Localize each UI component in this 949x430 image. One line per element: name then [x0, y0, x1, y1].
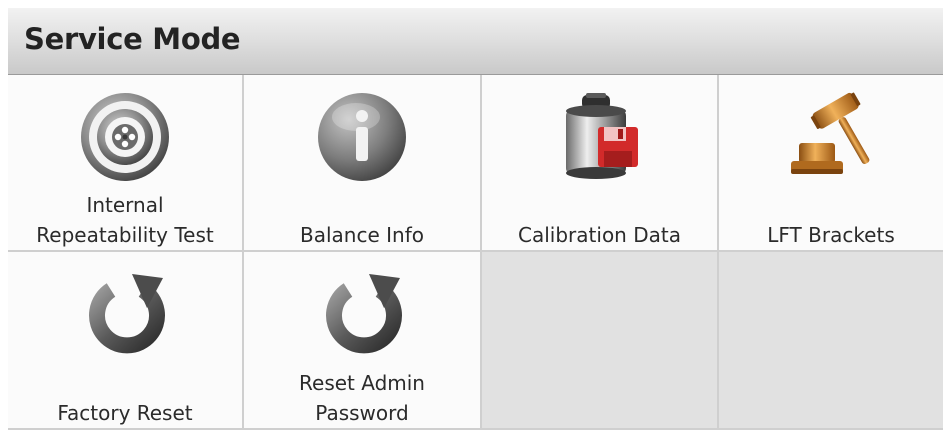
lft-brackets-button[interactable]: LFT Brackets — [719, 75, 943, 252]
weight-save-icon — [565, 93, 638, 179]
reset-admin-password-button[interactable]: Reset Admin Password — [244, 252, 482, 430]
empty-tile — [482, 252, 719, 430]
target-icon — [81, 93, 169, 181]
balance-info-button[interactable]: Balance Info — [244, 75, 482, 252]
service-menu-grid: Internal Repeatability Test Balance Info — [8, 75, 943, 430]
factory-reset-button[interactable]: Factory Reset — [8, 252, 244, 430]
tile-label: Reset Admin Password — [299, 371, 425, 425]
page-title: Service Mode — [24, 22, 241, 56]
gavel-icon — [791, 92, 870, 174]
reset-icon — [326, 274, 402, 354]
tile-label: Balance Info — [300, 223, 424, 247]
tile-label: Calibration Data — [518, 223, 681, 247]
empty-tile — [719, 252, 943, 430]
tile-label: LFT Brackets — [767, 223, 895, 247]
internal-repeatability-test-button[interactable]: Internal Repeatability Test — [8, 75, 244, 252]
info-icon — [318, 93, 406, 181]
header-bar: Service Mode — [8, 8, 943, 75]
reset-icon — [89, 274, 165, 354]
tile-label: Internal Repeatability Test — [36, 193, 214, 247]
tile-label: Factory Reset — [57, 401, 193, 425]
calibration-data-button[interactable]: Calibration Data — [482, 75, 719, 252]
